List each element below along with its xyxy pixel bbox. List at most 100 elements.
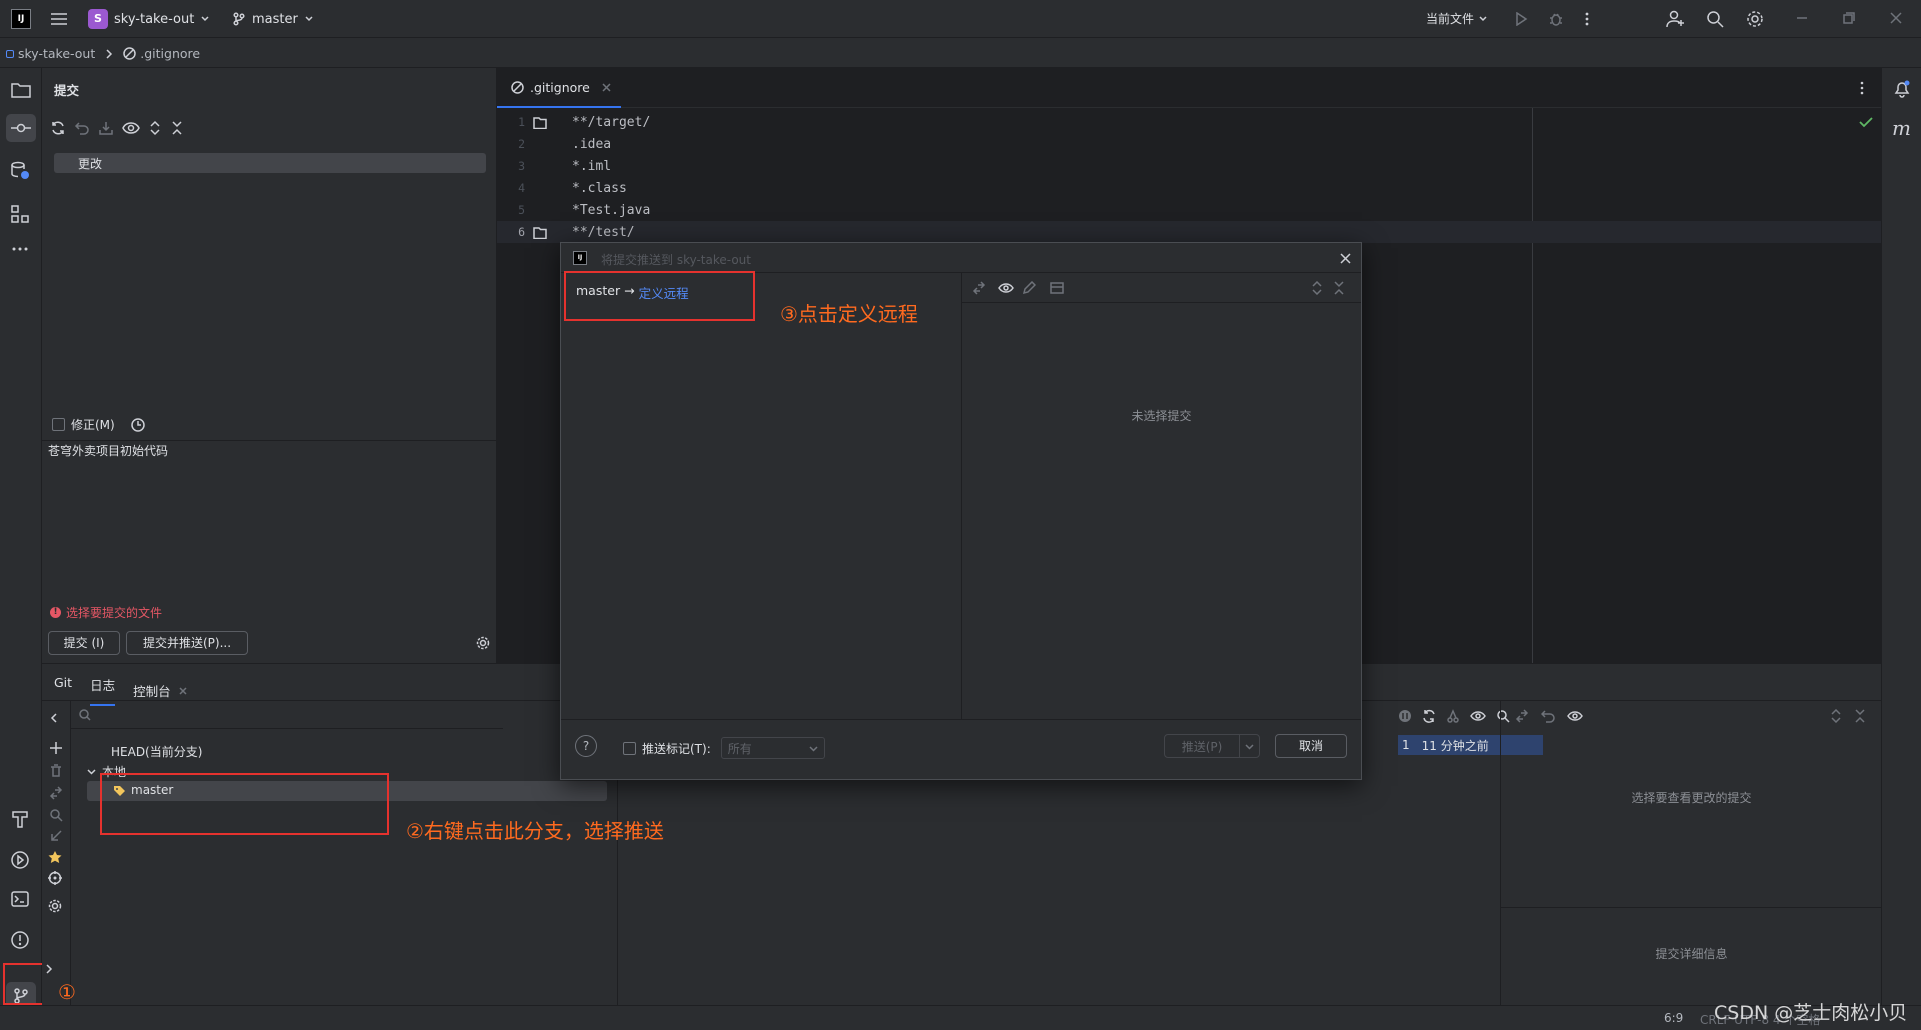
commit-options-gear-icon[interactable] <box>476 636 490 650</box>
gear-icon[interactable] <box>1745 9 1765 29</box>
app-logo[interactable]: IJ <box>11 9 31 29</box>
rollback-icon[interactable] <box>74 120 90 136</box>
help-button[interactable]: ? <box>575 735 597 757</box>
structure-icon[interactable] <box>11 205 29 223</box>
branch-selector[interactable]: master <box>232 8 314 30</box>
more-icon[interactable] <box>1584 11 1590 27</box>
expand-all-icon[interactable] <box>1312 281 1322 295</box>
code-text: .idea <box>572 137 612 152</box>
search-branch-icon[interactable] <box>49 808 63 822</box>
code-text: **/target/ <box>572 115 651 130</box>
edit-pencil-icon[interactable] <box>1022 281 1036 295</box>
changes-group-row[interactable]: 更改 <box>54 153 486 173</box>
breadcrumb-project[interactable]: sky-take-out <box>18 46 95 61</box>
cancel-button[interactable]: 取消 <box>1275 734 1347 758</box>
maven-icon[interactable]: m <box>1892 116 1911 140</box>
add-branch-icon[interactable] <box>49 741 63 755</box>
add-user-icon[interactable] <box>1666 10 1686 28</box>
collapse-all-icon[interactable] <box>170 120 184 136</box>
restore-icon[interactable] <box>1843 12 1855 24</box>
caret-position[interactable]: 6:9 <box>1664 1011 1683 1025</box>
minimize-icon[interactable] <box>1796 12 1808 24</box>
notifications-bell-icon[interactable] <box>1893 80 1911 98</box>
commit-tool-window: 提交 更改 修正(M) 苍穹外卖项目初始代码 ! 选择要提交的文件 提交 (I)… <box>42 68 497 663</box>
database-icon[interactable] <box>10 160 30 180</box>
code-text: *Test.java <box>572 203 651 218</box>
expand-right-icon[interactable] <box>45 964 53 974</box>
push-tags-checkbox[interactable] <box>623 741 636 755</box>
compare-icon[interactable] <box>49 786 63 800</box>
problems-icon[interactable] <box>10 930 30 950</box>
chevron-down-icon[interactable] <box>1239 735 1259 757</box>
code-line[interactable]: 6 **/test/ <box>497 222 1397 244</box>
checkout-icon[interactable] <box>49 829 63 843</box>
collapse-all-icon[interactable] <box>1334 281 1344 295</box>
compare-icon[interactable] <box>972 281 986 295</box>
collapse-left-icon[interactable] <box>50 713 58 723</box>
no-problems-check-icon[interactable] <box>1859 116 1873 128</box>
tab-close-icon[interactable] <box>602 82 611 92</box>
code-line[interactable]: 1 **/target/ <box>497 112 1397 134</box>
eye-icon[interactable] <box>998 281 1014 295</box>
debug-icon[interactable] <box>1548 11 1564 27</box>
project-folder-icon[interactable] <box>11 82 31 98</box>
commit-error-text: 选择要提交的文件 <box>66 606 163 620</box>
breadcrumb-file[interactable]: .gitignore <box>140 46 200 61</box>
line-number: 1 <box>518 115 525 129</box>
push-tags-select[interactable]: 所有 <box>720 737 825 759</box>
commit-and-push-button[interactable]: 提交并推送(P)... <box>126 631 248 655</box>
push-commits-dialog: IJ 将提交推送到 sky-take-out master → 定义远程 未选择… <box>560 242 1362 780</box>
compare-icon[interactable] <box>1515 709 1529 723</box>
highlight-master-branch <box>100 773 389 835</box>
refresh-icon[interactable] <box>50 120 66 136</box>
refresh-icon[interactable] <box>1422 709 1436 723</box>
code-line[interactable]: 5 *Test.java <box>497 200 1397 222</box>
commit-tool-button[interactable] <box>6 114 36 142</box>
expand-all-icon[interactable] <box>148 120 162 136</box>
clock-icon[interactable] <box>130 417 145 432</box>
run-config-selector[interactable]: 当前文件 <box>1426 10 1488 27</box>
pause-icon[interactable] <box>1398 709 1412 723</box>
eye-icon[interactable] <box>122 120 140 136</box>
code-line[interactable]: 2 .idea <box>497 134 1397 156</box>
code-text: *.iml <box>572 159 612 174</box>
push-button[interactable]: 推送(P) <box>1164 734 1260 758</box>
tab-gitignore[interactable]: .gitignore <box>497 68 621 108</box>
commit-message-field[interactable]: 苍穹外卖项目初始代码 <box>48 442 488 592</box>
commit-button[interactable]: 提交 (I) <box>48 631 120 655</box>
code-line[interactable]: 3 *.iml <box>497 156 1397 178</box>
eye-icon[interactable] <box>1470 709 1486 723</box>
main-menu-icon[interactable] <box>50 11 68 27</box>
expand-all-icon[interactable] <box>1831 709 1841 723</box>
log-settings-gear-icon[interactable] <box>48 899 62 913</box>
grouping-icon[interactable] <box>1050 281 1064 295</box>
shelve-icon[interactable] <box>98 120 114 136</box>
favorite-star-icon[interactable] <box>48 850 62 864</box>
build-hammer-icon[interactable] <box>11 810 29 828</box>
branch-search-field[interactable] <box>71 701 503 729</box>
code-line[interactable]: 4 *.class <box>497 178 1397 200</box>
dialog-close-icon[interactable] <box>1340 253 1351 264</box>
code-text: *.class <box>572 181 627 196</box>
tab-close-icon[interactable] <box>179 686 187 695</box>
cherry-pick-icon[interactable] <box>1446 709 1460 723</box>
amend-checkbox[interactable] <box>52 418 65 431</box>
close-window-icon[interactable] <box>1890 12 1902 24</box>
collapse-all-icon[interactable] <box>1855 709 1865 723</box>
editor-more-icon[interactable] <box>1859 81 1865 95</box>
details-empty-text: 选择要查看更改的提交 <box>1631 791 1752 805</box>
more-tools-icon[interactable] <box>11 246 29 252</box>
run-icon[interactable] <box>1514 12 1528 26</box>
rollback-icon[interactable] <box>1541 709 1555 723</box>
search-icon[interactable] <box>1706 10 1724 28</box>
navigate-icon[interactable] <box>48 871 62 885</box>
services-icon[interactable] <box>10 850 30 870</box>
run-config-label: 当前文件 <box>1426 12 1475 26</box>
project-selector[interactable]: S sky-take-out <box>88 8 210 30</box>
delete-icon[interactable] <box>49 764 63 778</box>
watermark: CSDN @芝士肉松小贝 <box>1714 1002 1908 1024</box>
head-node[interactable]: HEAD(当前分支) <box>111 743 202 760</box>
terminal-icon[interactable] <box>11 891 29 907</box>
eye-icon[interactable] <box>1567 709 1583 723</box>
amend-checkbox-row[interactable]: 修正(M) <box>52 416 145 433</box>
